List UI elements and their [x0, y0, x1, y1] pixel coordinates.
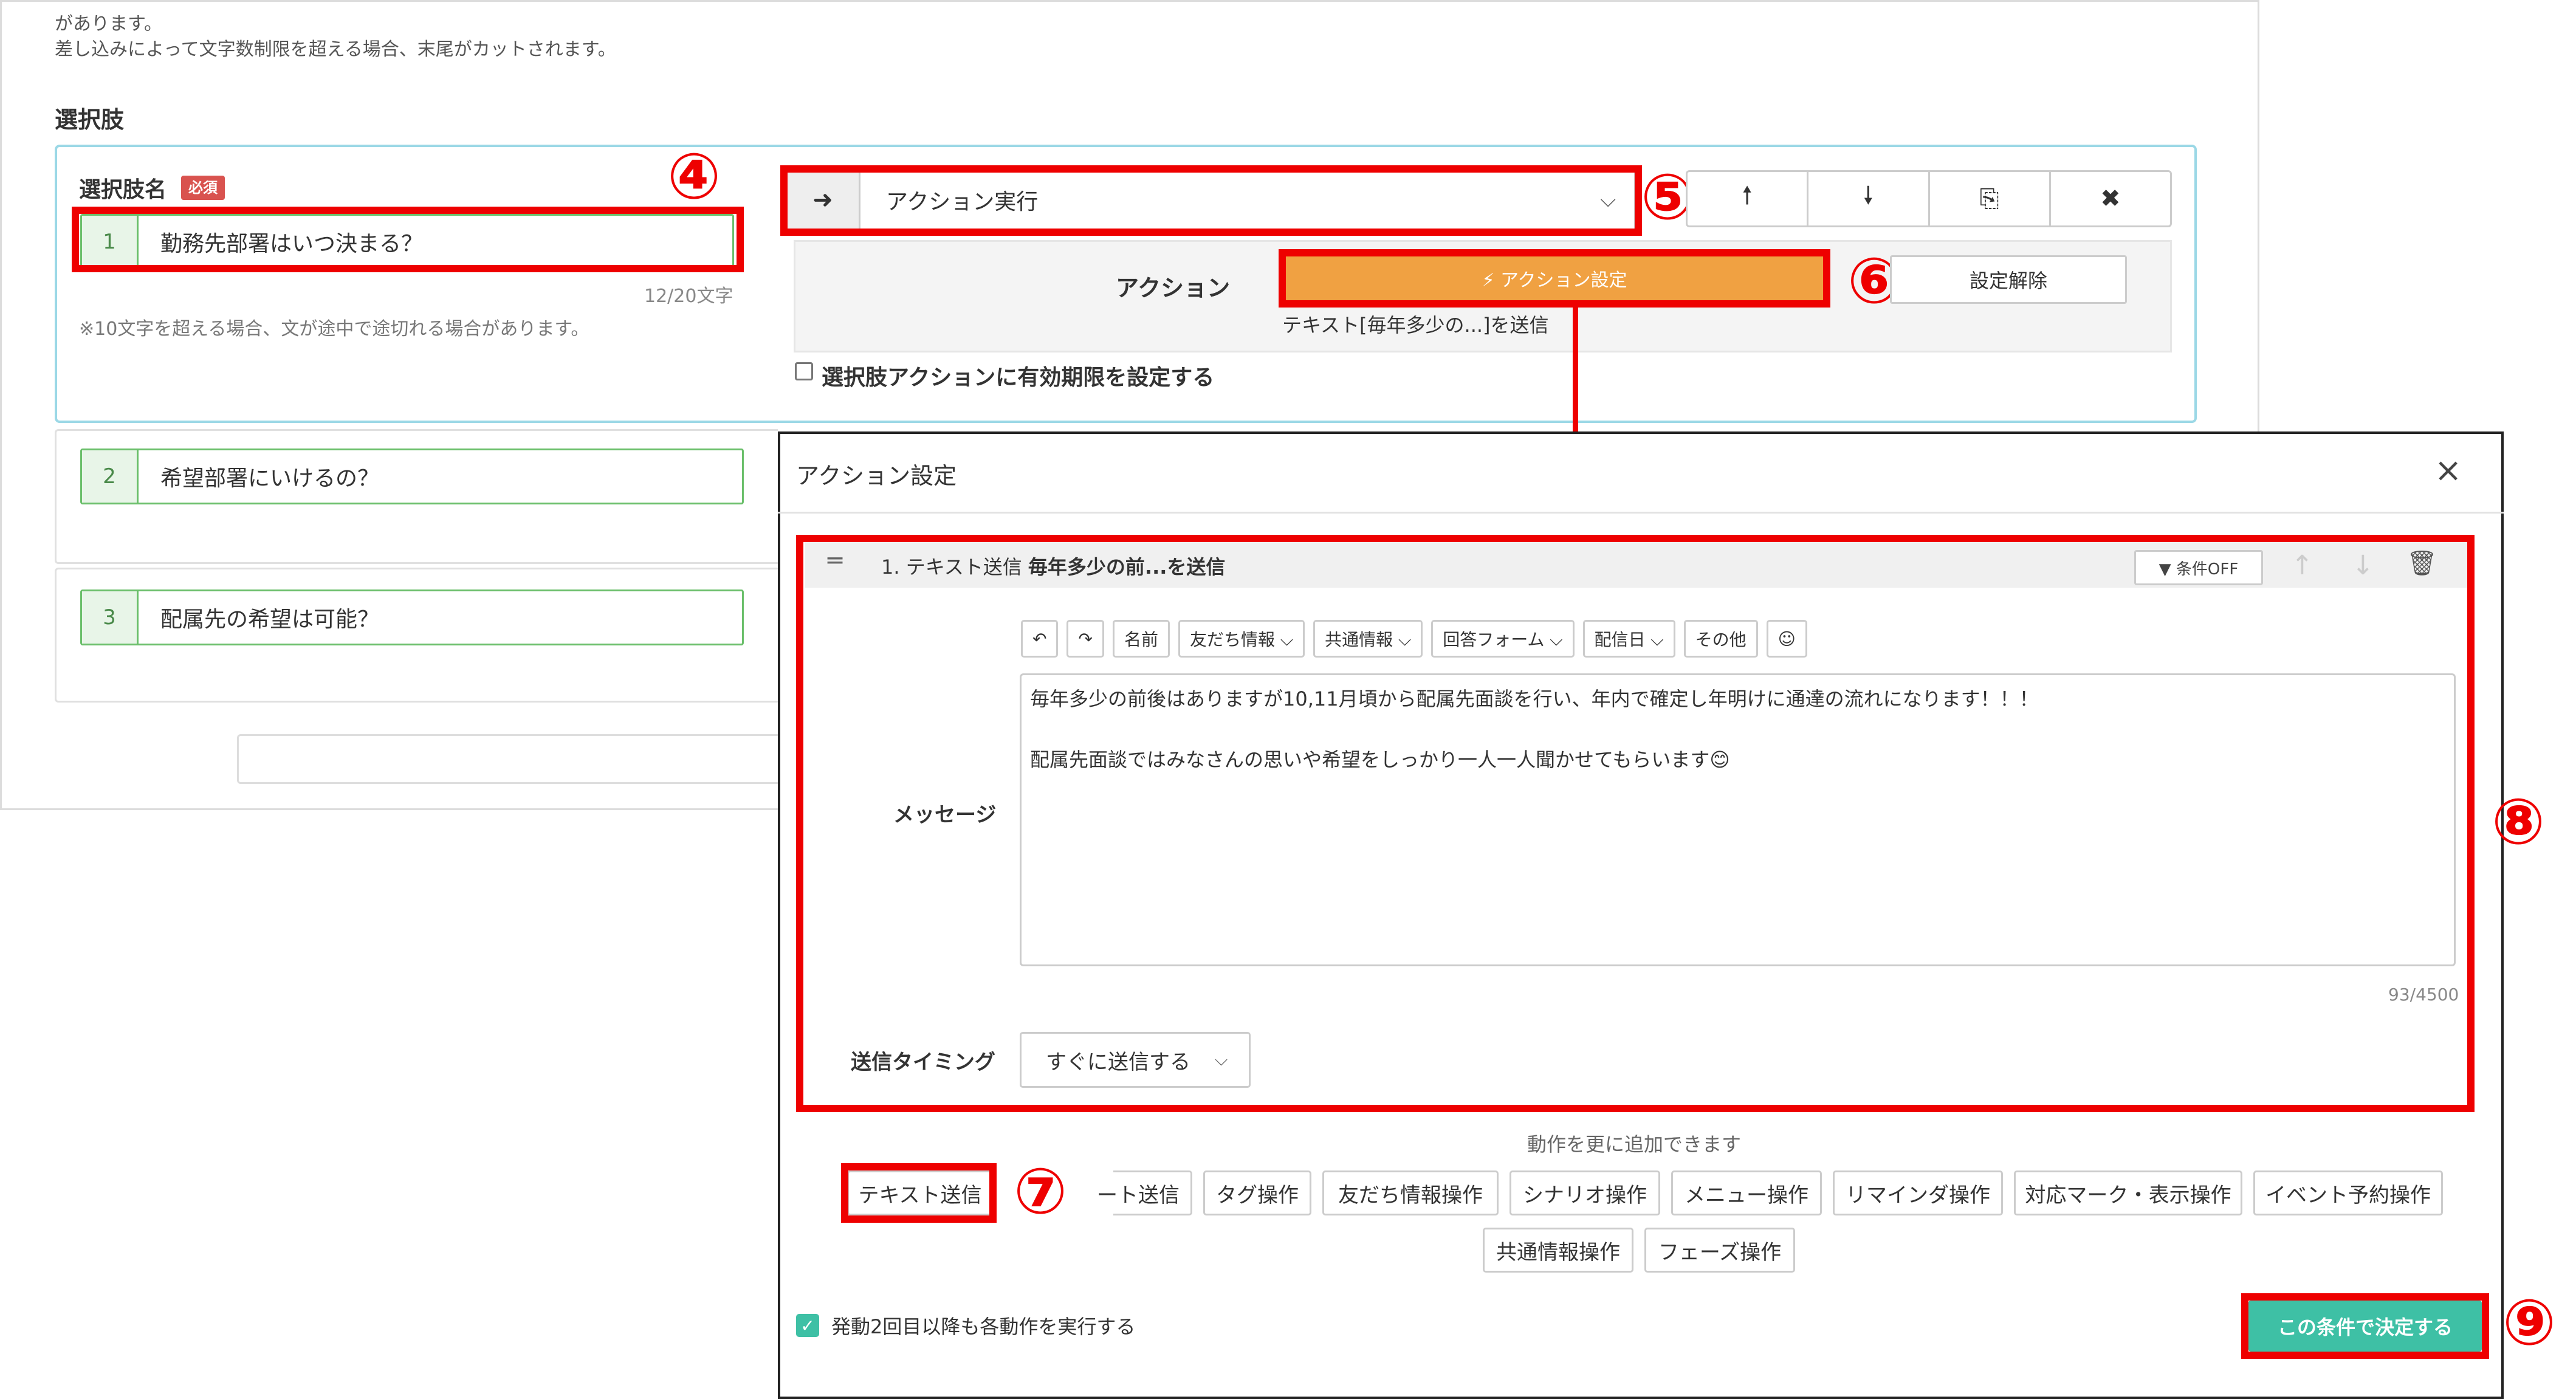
- choice-name-label: 選択肢名: [79, 177, 167, 202]
- annotation-4: ④: [667, 139, 721, 213]
- section-title: 選択肢: [55, 106, 125, 133]
- op-shared-info[interactable]: 共通情報操作: [1483, 1228, 1633, 1273]
- add-choice-button[interactable]: [237, 734, 778, 784]
- note-line-1: があります。: [55, 13, 162, 35]
- move-down-button[interactable]: 🠗: [1808, 172, 1930, 225]
- delete-button[interactable]: ✖: [2051, 172, 2170, 225]
- arrow-connector: [1573, 304, 1578, 439]
- repeat-checkbox-label: 発動2回目以降も各動作を実行する: [831, 1315, 1136, 1338]
- expiry-checkbox[interactable]: [795, 362, 813, 380]
- highlight-box-4: [72, 207, 744, 272]
- op-menu[interactable]: メニュー操作: [1671, 1170, 1822, 1215]
- add-operation-hint: 動作を更に追加できます: [1527, 1133, 1742, 1156]
- op-reminder[interactable]: リマインダ操作: [1833, 1170, 2003, 1215]
- op-tag[interactable]: タグ操作: [1203, 1170, 1311, 1215]
- required-badge: 必須: [181, 176, 225, 200]
- choice-number: 2: [82, 450, 139, 503]
- release-button[interactable]: 設定解除: [1890, 255, 2127, 304]
- choice-text: 配属先の希望は可能？: [160, 607, 380, 632]
- op-scenario[interactable]: シナリオ操作: [1510, 1170, 1660, 1215]
- op-phase[interactable]: フェーズ操作: [1644, 1228, 1795, 1273]
- annotation-8: ⑧: [2492, 785, 2546, 859]
- annotation-9: ⑨: [2502, 1285, 2557, 1359]
- move-up-button[interactable]: 🠕: [1688, 172, 1809, 225]
- highlight-box-6: [1279, 249, 1830, 308]
- op-template-send[interactable]: ート送信: [1097, 1170, 1192, 1215]
- char-counter: 12/20文字: [644, 286, 733, 307]
- choice-number: 3: [82, 591, 139, 644]
- modal-title: アクション設定: [796, 462, 957, 489]
- highlight-box-9: [2241, 1293, 2489, 1359]
- close-icon[interactable]: ×: [2434, 451, 2462, 489]
- modal-header: [778, 431, 2504, 514]
- repeat-checkbox[interactable]: ✓: [796, 1314, 819, 1337]
- highlight-box-7: [841, 1163, 997, 1223]
- op-mark-display[interactable]: 対応マーク・表示操作: [2014, 1170, 2242, 1215]
- highlight-box-8: [796, 535, 2475, 1112]
- copy-button[interactable]: ⎘: [1930, 172, 2051, 225]
- choice-text: 希望部署にいけるの？: [160, 466, 380, 491]
- length-hint: ※10文字を超える場合、文が途中で途切れる場合があります。: [79, 318, 589, 340]
- choice-button-group: 🠕 🠗 ⎘ ✖: [1686, 170, 2172, 227]
- expiry-checkbox-label: 選択肢アクションに有効期限を設定する: [822, 365, 1215, 390]
- highlight-box-5: [780, 165, 1642, 236]
- action-description: テキスト[毎年多少の...]を送信: [1282, 314, 1549, 337]
- annotation-7: ⑦: [1014, 1154, 1068, 1228]
- op-friend-info[interactable]: 友だち情報操作: [1322, 1170, 1499, 1215]
- choice-input-2[interactable]: 2 希望部署にいけるの？: [80, 449, 744, 504]
- op-event-booking[interactable]: イベント予約操作: [2253, 1170, 2443, 1215]
- choice-input-3[interactable]: 3 配属先の希望は可能？: [80, 590, 744, 645]
- action-label: アクション: [1116, 275, 1231, 301]
- note-line-2: 差し込みによって文字数制限を超える場合、末尾がカットされます。: [55, 39, 616, 60]
